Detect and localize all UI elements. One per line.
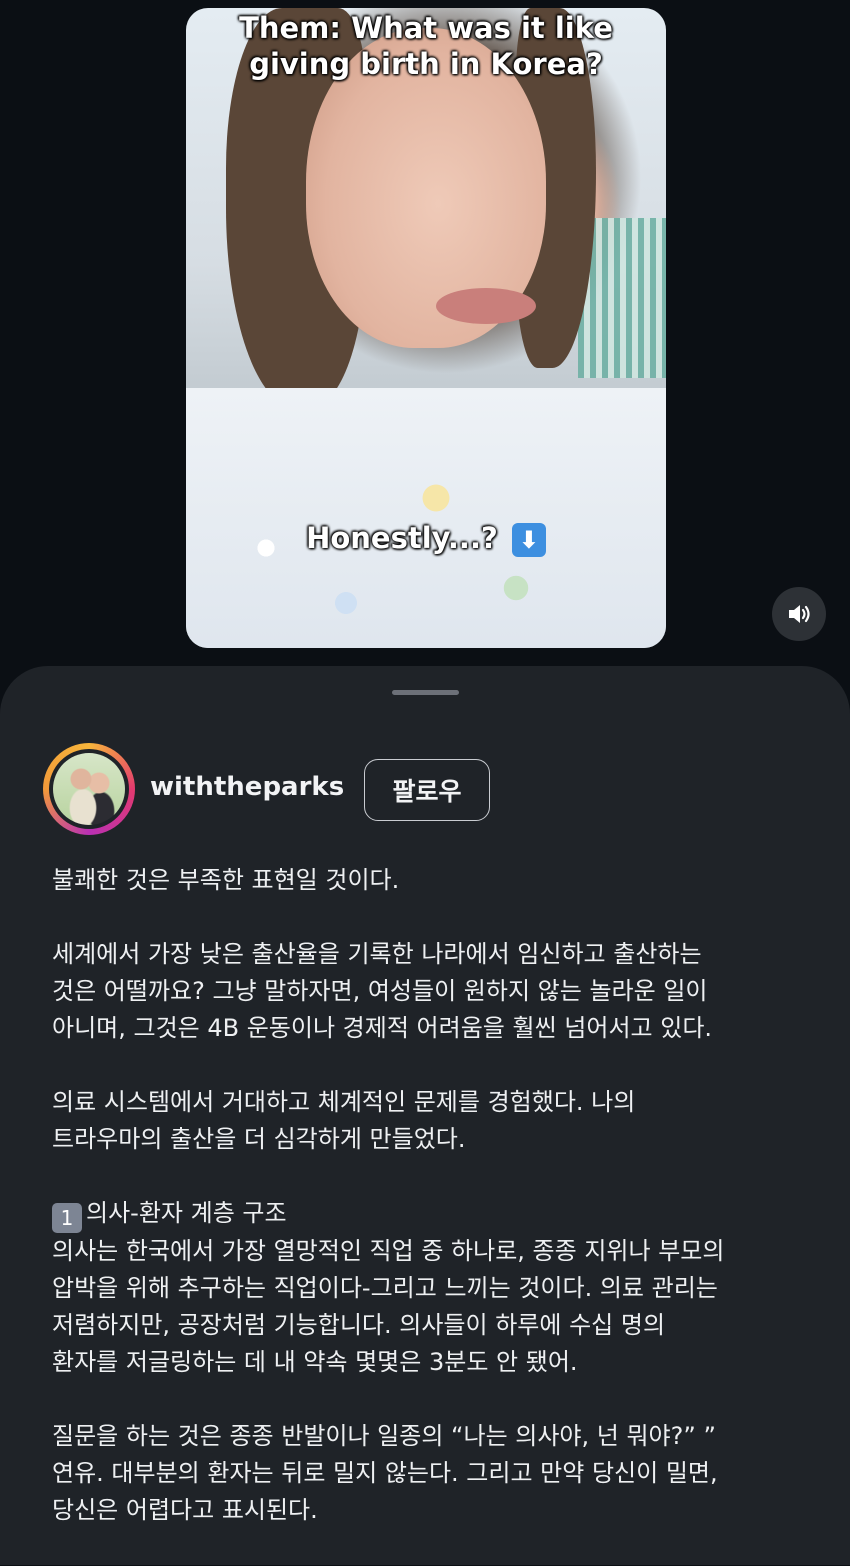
reel-viewer: Them: What was it like giving birth in K… — [0, 0, 850, 680]
caption-line: 트라우마의 출산을 더 심각하게 만들었다. — [52, 1125, 466, 1153]
video-caption-top: Them: What was it like giving birth in K… — [186, 10, 666, 82]
caption-line: 당신은 어렵다고 표시된다. — [52, 1496, 318, 1524]
caption-line: 의료 시스템에서 거대하고 체계적인 문제를 경험했다. 나의 — [52, 1088, 636, 1116]
caption-line: 압박을 위해 추구하는 직업이다-그리고 느끼는 것이다. 의료 관리는 — [52, 1274, 718, 1302]
caption-top-line1: Them: What was it like — [239, 11, 613, 45]
speaker-icon — [789, 605, 810, 623]
caption-line: 세계에서 가장 낮은 출산율을 기록한 나라에서 임신하고 출산하는 — [52, 940, 702, 968]
reel-video[interactable]: Them: What was it like giving birth in K… — [186, 8, 666, 648]
caption-sheet: withtheparks 팔로우 불쾌한 것은 부족한 표현일 것이다. 세계에… — [0, 666, 850, 1565]
caption-line: 것은 어떨까요? 그냥 말하자면, 여성들이 원하지 않는 놀라운 일이 — [52, 977, 708, 1005]
username[interactable]: withtheparks — [150, 772, 344, 802]
caption-line: 불쾌한 것은 부족한 표현일 것이다. — [52, 866, 400, 894]
caption-paragraph-2: 세계에서 가장 낮은 출산율을 기록한 나라에서 임신하고 출산하는 것은 어떨… — [52, 936, 822, 1047]
section-heading-text: 의사-환자 계층 구조 — [86, 1199, 287, 1227]
caption-line: 의사는 한국에서 가장 열망적인 직업 중 하나로, 종종 지위나 부모의 — [52, 1237, 725, 1265]
caption-line: 환자를 저글링하는 데 내 약속 몇몇은 3분도 안 됐어. — [52, 1348, 578, 1376]
caption-line: 연유. 대부분의 환자는 뒤로 밀지 않는다. 그리고 만약 당신이 밀면, — [52, 1459, 718, 1487]
caption-middle-text: Honestly...? — [306, 521, 498, 555]
video-figure-gown — [186, 388, 666, 648]
caption-top-line2: giving birth in Korea? — [249, 47, 603, 81]
video-figure-mouth — [436, 288, 536, 324]
caption-paragraph-4: 1 의사-환자 계층 구조 의사는 한국에서 가장 열망적인 직업 중 하나로, … — [52, 1195, 822, 1381]
caption-paragraph-1: 불쾌한 것은 부족한 표현일 것이다. — [52, 862, 822, 899]
down-arrow-icon: ⬇ — [511, 523, 546, 557]
caption-paragraph-5: 질문을 하는 것은 종종 반발이나 일종의 “나는 의사야, 넌 뭐야?” ” … — [52, 1418, 822, 1529]
drag-handle[interactable] — [392, 690, 459, 695]
caption-paragraph-3: 의료 시스템에서 거대하고 체계적인 문제를 경험했다. 나의 트라우마의 출산… — [52, 1084, 822, 1158]
avatar[interactable] — [43, 743, 135, 835]
follow-button[interactable]: 팔로우 — [364, 759, 490, 821]
caption-line: 저렴하지만, 공장처럼 기능합니다. 의사들이 하루에 수십 명의 — [52, 1311, 666, 1339]
avatar-frame — [49, 749, 129, 829]
avatar-image — [53, 753, 125, 825]
video-caption-middle: Honestly...? ⬇ — [186, 520, 666, 557]
keycap-one-icon: 1 — [52, 1203, 82, 1233]
sound-toggle-button[interactable] — [772, 587, 826, 641]
caption-line: 질문을 하는 것은 종종 반발이나 일종의 “나는 의사야, 넌 뭐야?” ” — [52, 1422, 716, 1450]
post-caption: 불쾌한 것은 부족한 표현일 것이다. 세계에서 가장 낮은 출산율을 기록한 … — [52, 862, 822, 1566]
caption-line: 아니며, 그것은 4B 운동이나 경제적 어려움을 훨씬 넘어서고 있다. — [52, 1014, 713, 1042]
section-heading: 1 의사-환자 계층 구조 — [52, 1195, 822, 1233]
